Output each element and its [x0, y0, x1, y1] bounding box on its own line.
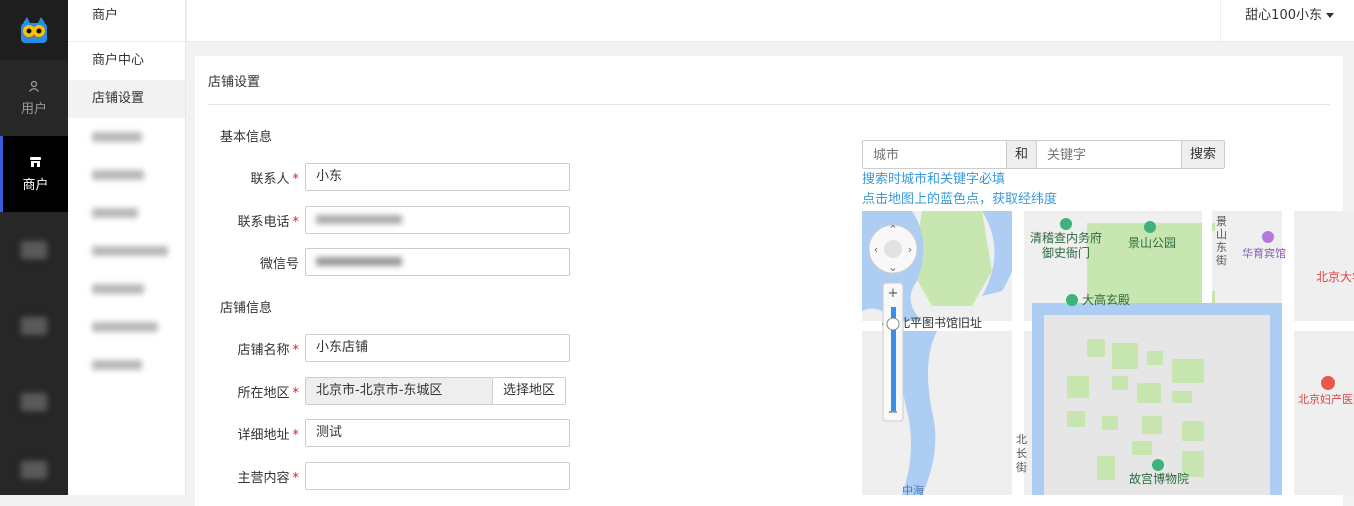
map-view[interactable]: 清稽查内务府 御史衙门 景山公园 华育宾馆 北京大学 大高玄殿 北平图书馆旧址 …: [862, 211, 1354, 495]
field-label: 详细地址 *: [237, 427, 299, 443]
svg-text:北: 北: [1016, 433, 1027, 446]
map-label: 大高玄殿: [1082, 292, 1130, 307]
svg-text:⌃: ⌃: [888, 223, 897, 236]
rail-item-label: 商户: [22, 177, 49, 193]
shop-name-input[interactable]: 小东店铺: [305, 334, 570, 362]
svg-text:山: 山: [1216, 228, 1227, 241]
poi-marker-icon: [1060, 218, 1072, 230]
main-nav-rail: 用户 商户: [0, 0, 68, 495]
svg-text:长: 长: [1016, 447, 1027, 460]
rail-item-user[interactable]: 用户: [0, 60, 68, 136]
field-label: 所在地区 *: [237, 385, 299, 401]
map-label: 故宫博物院: [1129, 471, 1189, 486]
keyword-input[interactable]: [1037, 140, 1183, 169]
owl-logo-icon: [21, 17, 47, 43]
map-search-form: 和 搜索: [862, 140, 1226, 169]
svg-text:街: 街: [1016, 460, 1027, 474]
sub-nav-item-redacted[interactable]: [68, 308, 185, 346]
sub-nav-item-redacted[interactable]: [68, 232, 185, 270]
field-label: 联系电话 *: [237, 214, 299, 230]
poi-marker-icon: [1152, 459, 1164, 471]
sub-nav-item-redacted[interactable]: [68, 156, 185, 194]
svg-text:街: 街: [1216, 253, 1227, 267]
title-divider: [208, 104, 1330, 105]
select-region-button[interactable]: 选择地区: [493, 377, 567, 405]
svg-text:⌄: ⌄: [888, 261, 897, 274]
sub-nav-item-shop-settings[interactable]: 店铺设置: [68, 80, 185, 118]
field-label: 联系人 *: [250, 171, 299, 187]
page-title: 店铺设置: [208, 75, 261, 90]
rail-item-merchant[interactable]: 商户: [0, 136, 68, 212]
field-wechat: 微信号: [195, 248, 570, 276]
sub-nav-header: 商户: [68, 0, 185, 42]
sub-nav-item-redacted[interactable]: [68, 118, 185, 156]
field-shop-name: 店铺名称 * 小东店铺: [195, 334, 570, 362]
business-input[interactable]: [305, 462, 570, 490]
zoom-in-icon: +: [888, 286, 899, 301]
svg-text:东: 东: [1216, 241, 1227, 254]
store-icon: [29, 156, 42, 172]
map-label: 北京大学: [1316, 269, 1354, 284]
user-menu[interactable]: 甜心100小东: [1220, 0, 1354, 42]
hotel-marker-icon: [1262, 231, 1274, 243]
region-input[interactable]: 北京市-北京市-东城区: [305, 377, 493, 405]
top-bar: 甜心100小东: [187, 0, 1354, 42]
app-logo[interactable]: [0, 0, 68, 60]
map-label: 北平图书馆旧址: [898, 315, 982, 330]
rail-item-label: 用户: [20, 101, 47, 117]
map-search-button[interactable]: 搜索: [1182, 140, 1226, 169]
field-region: 所在地区 * 北京市-北京市-东城区 选择地区: [195, 377, 567, 405]
map-zoom-control[interactable]: + −: [882, 282, 904, 422]
svg-text:›: ›: [908, 243, 912, 256]
map-hint-click: 点击地图上的蓝色点，获取经纬度: [862, 192, 1058, 207]
field-label: 主营内容 *: [237, 470, 299, 486]
svg-text:景: 景: [1216, 215, 1227, 228]
city-input[interactable]: [862, 140, 1007, 169]
field-label: 店铺名称 *: [237, 342, 299, 358]
section-basic-info: 基本信息: [220, 130, 273, 145]
svg-text:‹: ‹: [874, 243, 878, 256]
zoom-out-icon: −: [888, 405, 899, 420]
field-address: 详细地址 * 测试: [195, 419, 570, 447]
hospital-marker-icon: [1321, 376, 1335, 390]
field-business: 主营内容 *: [195, 462, 570, 490]
poi-marker-icon: [1144, 221, 1156, 233]
map-label: 北京妇产医院(西院): [1298, 392, 1354, 406]
field-contact: 联系人 * 小东: [195, 163, 570, 191]
address-input[interactable]: 测试: [305, 419, 570, 447]
field-label: 微信号: [259, 256, 299, 272]
contact-input[interactable]: 小东: [305, 163, 570, 191]
user-name: 甜心100小东: [1245, 8, 1322, 23]
poi-marker-icon: [1066, 294, 1078, 306]
map-search: 和 搜索 搜索时城市和关键字必填 点击地图上的蓝色点，获取经纬度: [862, 140, 1226, 210]
map-hint-required: 搜索时城市和关键字必填: [862, 172, 1006, 187]
map-label: 景山公园: [1128, 236, 1176, 250]
section-shop-info: 店铺信息: [220, 301, 273, 316]
wechat-input[interactable]: [305, 248, 570, 276]
caret-down-icon: [1326, 13, 1334, 18]
sub-nav-item-redacted[interactable]: [68, 194, 185, 232]
sub-nav-item-merchant-center[interactable]: 商户中心: [68, 42, 185, 80]
phone-input[interactable]: [305, 206, 570, 234]
and-label: 和: [1007, 140, 1038, 169]
user-icon: [28, 80, 40, 96]
rail-item-redacted[interactable]: [0, 212, 68, 288]
map-label: 御史衙门: [1042, 245, 1090, 260]
map-canvas[interactable]: 清稽查内务府 御史衙门 景山公园 华育宾馆 北京大学 大高玄殿 北平图书馆旧址 …: [862, 211, 1354, 495]
sub-nav-item-redacted[interactable]: [68, 270, 185, 308]
map-label: 清稽查内务府: [1030, 230, 1102, 245]
map-label: 中海: [902, 483, 924, 495]
sub-nav: 商户 商户中心 店铺设置: [68, 0, 186, 495]
sub-nav-item-redacted[interactable]: [68, 346, 185, 384]
rail-item-redacted[interactable]: [0, 440, 68, 500]
map-label: 华育宾馆: [1242, 246, 1286, 260]
rail-item-redacted[interactable]: [0, 288, 68, 364]
rail-item-redacted[interactable]: [0, 364, 68, 440]
field-phone: 联系电话 *: [195, 206, 570, 234]
